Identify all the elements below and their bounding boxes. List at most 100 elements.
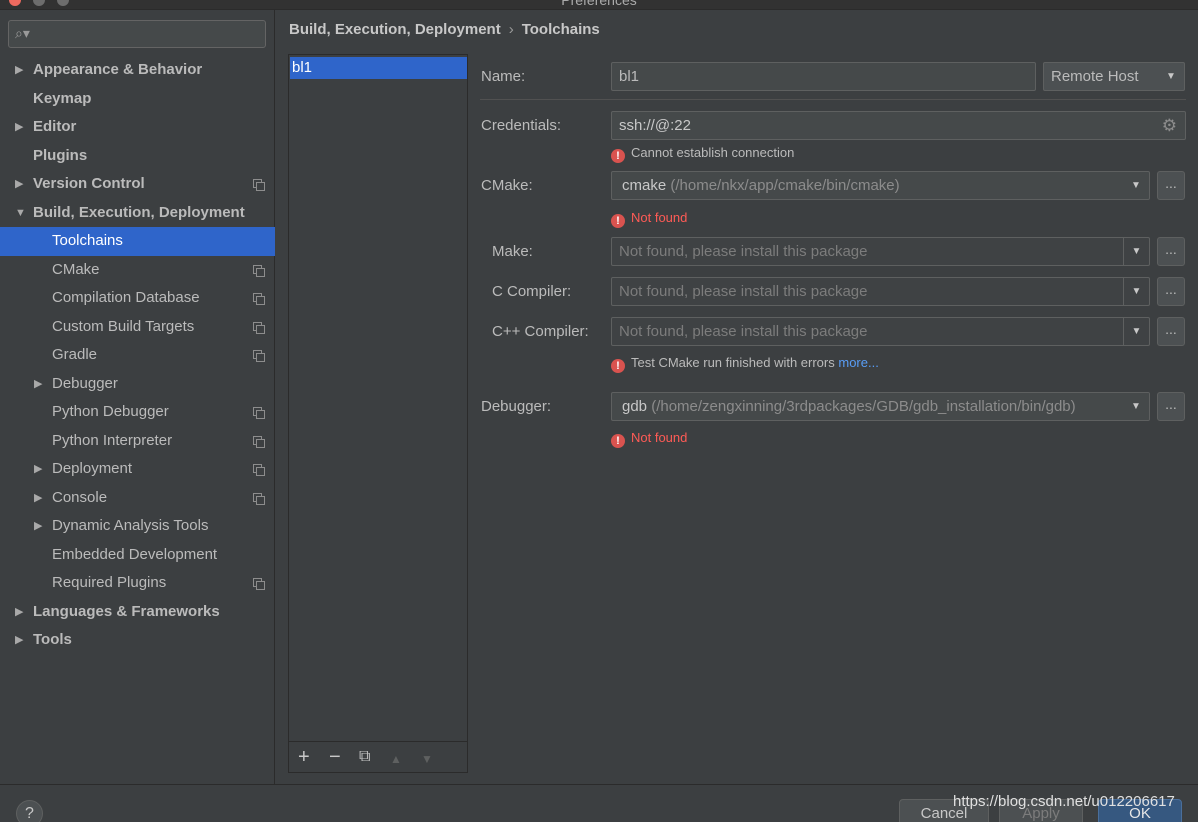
make-value: Not found, please install this package bbox=[619, 243, 868, 260]
c-compiler-select[interactable]: Not found, please install this package ▼ bbox=[611, 277, 1150, 306]
debugger-error: ! Not found bbox=[611, 430, 688, 448]
name-label: Name: bbox=[481, 68, 526, 85]
make-select[interactable]: Not found, please install this package ▼ bbox=[611, 237, 1150, 266]
chevron-down-icon[interactable]: ▼ bbox=[15, 199, 26, 228]
search-input[interactable]: ⌕▾ bbox=[8, 20, 266, 48]
cmake-browse-button[interactable]: ... bbox=[1157, 171, 1185, 200]
sidebar-item-label: Python Interpreter bbox=[52, 431, 173, 449]
chevron-down-icon: ▼ bbox=[1166, 71, 1176, 82]
cmake-error: ! Not found bbox=[611, 210, 688, 228]
make-browse-button[interactable]: ... bbox=[1157, 237, 1185, 266]
credentials-field[interactable]: ssh://@:22 ⚙ bbox=[611, 111, 1186, 140]
cmake-select[interactable]: cmake (/home/nkx/app/cmake/bin/cmake) ▼ bbox=[611, 171, 1150, 200]
sidebar-item-gradle[interactable]: Gradle bbox=[0, 341, 275, 370]
name-value: bl1 bbox=[619, 68, 640, 85]
sidebar-item-label: Debugger bbox=[52, 374, 118, 392]
chevron-right-icon[interactable]: ▶ bbox=[15, 626, 23, 655]
sidebar-item-label: Toolchains bbox=[52, 232, 123, 249]
chevron-right-icon[interactable]: ▶ bbox=[34, 484, 42, 513]
cmake-error-text: Not found bbox=[631, 210, 688, 225]
sidebar-item-deployment[interactable]: ▶ Deployment bbox=[0, 455, 275, 484]
more-link[interactable]: more... bbox=[838, 355, 878, 370]
sidebar-item-label: Version Control bbox=[33, 175, 145, 192]
toolchain-list-toolbar: + − ⧉ ▲ ▼ bbox=[289, 741, 467, 772]
move-up-button[interactable]: ▲ bbox=[390, 748, 402, 770]
c-compiler-value: Not found, please install this package bbox=[619, 283, 868, 300]
chevron-right-icon[interactable]: ▶ bbox=[34, 455, 42, 484]
sidebar-item-plugins[interactable]: Plugins bbox=[0, 142, 275, 171]
chevron-down-icon: ▼ bbox=[1123, 238, 1149, 265]
project-settings-icon bbox=[253, 435, 265, 448]
chevron-right-icon[interactable]: ▶ bbox=[15, 56, 23, 85]
c-compiler-label: C Compiler: bbox=[492, 283, 572, 300]
sidebar-item-keymap[interactable]: Keymap bbox=[0, 85, 275, 114]
credentials-error-text: Cannot establish connection bbox=[631, 145, 795, 160]
cpp-compiler-browse-button[interactable]: ... bbox=[1157, 317, 1185, 346]
sidebar-item-editor[interactable]: ▶ Editor bbox=[0, 113, 275, 142]
divider bbox=[480, 99, 1186, 100]
settings-sidebar: ⌕▾ ▶ Appearance & Behavior Keymap ▶ Edit… bbox=[0, 10, 275, 784]
sidebar-item-required-plugins[interactable]: Required Plugins bbox=[0, 569, 275, 598]
copy-toolchain-button[interactable]: ⧉ bbox=[359, 746, 370, 768]
sidebar-item-toolchains[interactable]: Toolchains bbox=[0, 227, 275, 256]
sidebar-item-python-interpreter[interactable]: Python Interpreter bbox=[0, 427, 275, 456]
window-title: Preferences bbox=[561, 0, 637, 8]
error-icon: ! bbox=[611, 214, 625, 228]
breadcrumb-parent[interactable]: Build, Execution, Deployment bbox=[289, 21, 501, 38]
sidebar-item-label: Appearance & Behavior bbox=[33, 61, 203, 78]
sidebar-item-custom-build-targets[interactable]: Custom Build Targets bbox=[0, 313, 275, 342]
sidebar-item-languages-frameworks[interactable]: ▶ Languages & Frameworks bbox=[0, 598, 275, 627]
chevron-right-icon[interactable]: ▶ bbox=[15, 598, 23, 627]
sidebar-item-cmake[interactable]: CMake bbox=[0, 256, 275, 285]
c-compiler-browse-button[interactable]: ... bbox=[1157, 277, 1185, 306]
chevron-down-icon: ▼ bbox=[1123, 393, 1149, 420]
sidebar-item-label: Custom Build Targets bbox=[52, 317, 195, 335]
sidebar-item-label: Deployment bbox=[52, 460, 133, 477]
project-settings-icon bbox=[253, 464, 265, 476]
sidebar-item-appearance-behavior[interactable]: ▶ Appearance & Behavior bbox=[0, 56, 275, 85]
remove-toolchain-button[interactable]: − bbox=[329, 746, 341, 768]
cpp-compiler-value: Not found, please install this package bbox=[619, 323, 868, 340]
sidebar-item-build-execution-deployment[interactable]: ▼ Build, Execution, Deployment bbox=[0, 199, 275, 228]
sidebar-item-version-control[interactable]: ▶ Version Control bbox=[0, 170, 275, 199]
chevron-right-icon[interactable]: ▶ bbox=[15, 170, 23, 199]
sidebar-item-embedded-development[interactable]: Embedded Development bbox=[0, 541, 275, 570]
debugger-browse-button[interactable]: ... bbox=[1157, 392, 1185, 421]
sidebar-item-python-debugger[interactable]: Python Debugger bbox=[0, 398, 275, 427]
chevron-right-icon[interactable]: ▶ bbox=[34, 512, 42, 541]
cpp-compiler-select[interactable]: Not found, please install this package ▼ bbox=[611, 317, 1150, 346]
sidebar-item-label: Languages & Frameworks bbox=[33, 602, 220, 620]
environment-select[interactable]: Remote Host ▼ bbox=[1043, 62, 1185, 91]
breadcrumb-current: Toolchains bbox=[521, 21, 600, 38]
chevron-right-icon[interactable]: ▶ bbox=[15, 113, 23, 142]
sidebar-item-debugger[interactable]: ▶ Debugger bbox=[0, 370, 275, 399]
gear-icon[interactable]: ⚙ bbox=[1162, 112, 1177, 139]
help-button[interactable]: ? bbox=[16, 800, 43, 822]
sidebar-item-console[interactable]: ▶ Console bbox=[0, 484, 275, 513]
list-item[interactable]: bl1 bbox=[290, 57, 467, 79]
sidebar-item-compilation-database[interactable]: Compilation Database bbox=[0, 284, 275, 313]
sidebar-item-tools[interactable]: ▶ Tools bbox=[0, 626, 275, 655]
sidebar-item-label: CMake bbox=[52, 260, 100, 278]
chevron-down-icon: ▼ bbox=[1123, 278, 1149, 305]
sidebar-item-label: Plugins bbox=[33, 146, 88, 164]
sidebar-item-label: Embedded Development bbox=[52, 545, 218, 563]
debugger-error-text: Not found bbox=[631, 430, 688, 445]
debugger-select[interactable]: gdb (/home/zengxinning/3rdpackages/GDB/g… bbox=[611, 392, 1150, 421]
breadcrumb: Build, Execution, Deployment › Toolchains bbox=[289, 20, 600, 40]
toolchain-list: bl1 + − ⧉ ▲ ▼ bbox=[288, 54, 468, 773]
add-toolchain-button[interactable]: + bbox=[298, 746, 310, 768]
name-field[interactable]: bl1 bbox=[611, 62, 1036, 91]
chevron-right-icon[interactable]: ▶ bbox=[34, 370, 42, 399]
title-bar: Preferences bbox=[0, 0, 1198, 10]
cmake-path: (/home/nkx/app/cmake/bin/cmake) bbox=[670, 177, 900, 194]
project-settings-icon bbox=[253, 293, 265, 305]
sidebar-item-label: Gradle bbox=[52, 346, 98, 363]
project-settings-icon bbox=[253, 321, 265, 334]
move-down-button[interactable]: ▼ bbox=[421, 748, 433, 770]
project-settings-icon bbox=[253, 179, 265, 191]
error-icon: ! bbox=[611, 149, 625, 163]
credentials-error: ! Cannot establish connection bbox=[611, 145, 795, 163]
sidebar-item-dynamic-analysis-tools[interactable]: ▶ Dynamic Analysis Tools bbox=[0, 512, 275, 541]
project-settings-icon bbox=[253, 492, 265, 505]
